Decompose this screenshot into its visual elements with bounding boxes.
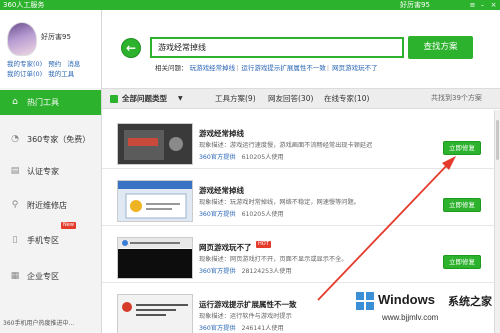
sidebar: 好厉害95 我的专家(0) 预约 消息 我的订单(0) 我的工具 ⌂ 热门工具 … xyxy=(0,10,102,333)
watermark-brand-cn: 系统之家 xyxy=(448,295,492,308)
result-meta: 360官方提供 28124253人使用 xyxy=(199,266,292,275)
result-title[interactable]: 运行游戏提示扩展属性不一致 xyxy=(199,299,297,310)
search-header: ← 游戏经常掉线 查找方案 相关问题： 玩游戏经常掉线| 运行游戏提示扩展属性不… xyxy=(102,10,500,88)
avatar[interactable] xyxy=(7,22,37,56)
sidebar-footnote: 360手机用户热度推进中... xyxy=(3,320,75,327)
user-count: 610205人使用 xyxy=(241,211,284,218)
certified-icon: ▤ xyxy=(10,166,20,176)
tab-all-types[interactable]: 全部问题类型 xyxy=(122,89,167,108)
my-tools-link[interactable]: 我的工具 xyxy=(48,70,74,78)
result-meta: 360官方提供 610205人使用 xyxy=(199,209,284,218)
find-solution-button[interactable]: 查找方案 xyxy=(408,36,473,59)
tab-netizen-answers[interactable]: 网友回答(30) xyxy=(268,89,313,108)
chevron-down-icon[interactable]: ▼ xyxy=(178,89,183,108)
provider-label: 360官方提供 xyxy=(199,325,236,332)
related-questions: 相关问题： 玩游戏经常掉线| 运行游戏提示扩展属性不一致| 网页游戏玩不了 xyxy=(155,64,378,72)
my-experts-link[interactable]: 我的专家(0) xyxy=(7,60,42,68)
user-count: 28124253人使用 xyxy=(241,268,292,275)
sidebar-item-label: 手机专区 xyxy=(27,236,59,245)
list-item[interactable]: 网页游戏玩不了 HOT 现象描述：网页游戏打不开，页面不显示或显示不全。 360… xyxy=(102,228,494,283)
user-count: 610205人使用 xyxy=(241,154,284,161)
provider-label: 360官方提供 xyxy=(199,211,236,218)
menu-icon[interactable]: ≡ xyxy=(468,1,477,9)
messages-link[interactable]: 消息 xyxy=(67,60,80,68)
list-item[interactable]: 游戏经常掉线 现象描述：游戏运行速度慢，游戏画面不流畅经常出现卡顿延迟 360官… xyxy=(102,114,494,169)
hot-badge: HOT xyxy=(256,241,271,248)
my-orders-link[interactable]: 我的订单(0) xyxy=(7,70,42,78)
related-link[interactable]: 网页游戏玩不了 xyxy=(332,64,378,72)
sidebar-item-label: 认证专家 xyxy=(27,167,59,176)
tab-tool-solutions[interactable]: 工具方案(9) xyxy=(215,89,256,108)
filter-tabs: 全部问题类型 ▼ 工具方案(9) 网友回答(30) 在线专家(10) 共找到39… xyxy=(102,88,500,109)
sidebar-item-mobile[interactable]: ▯ 手机专区 New xyxy=(0,222,101,253)
related-link[interactable]: 运行游戏提示扩展属性不一致 xyxy=(241,64,326,72)
new-badge: New xyxy=(61,222,76,229)
close-icon[interactable]: × xyxy=(489,1,498,9)
result-thumbnail xyxy=(117,294,193,333)
fix-now-button[interactable]: 立即修复 xyxy=(443,255,481,269)
watermark-brand: Windows xyxy=(378,292,435,307)
result-title[interactable]: 游戏经常掉线 xyxy=(199,185,244,196)
back-arrow-icon: ← xyxy=(125,41,137,55)
enterprise-icon: ▦ xyxy=(10,271,20,281)
fix-now-button[interactable]: 立即修复 xyxy=(443,198,481,212)
category-icon xyxy=(110,95,118,103)
result-title[interactable]: 网页游戏玩不了 xyxy=(199,242,252,253)
profile-links-row2: 我的订单(0) 我的工具 xyxy=(7,68,78,78)
sidebar-item-repair-store[interactable]: ⚲ 附近维修店 xyxy=(0,193,101,218)
result-meta: 360官方提供 246141人使用 xyxy=(199,323,284,332)
sidebar-item-label: 热门工具 xyxy=(27,98,59,107)
profile-username[interactable]: 好厉害95 xyxy=(41,32,71,42)
phone-icon: ▯ xyxy=(12,235,18,245)
store-icon: ⚲ xyxy=(11,200,19,210)
result-thumbnail xyxy=(117,180,193,222)
windows-logo-icon xyxy=(356,292,374,310)
list-item[interactable]: 游戏经常掉线 现象描述：玩游戏时常掉线，网络不稳定，网速慢等问题。 360官方提… xyxy=(102,171,494,226)
app-title: 360人工服务 xyxy=(3,1,45,9)
watermark-site: www.bjjmlv.com xyxy=(382,313,439,322)
result-description: 现象描述：运行软件与游戏时提示 xyxy=(199,313,292,320)
sidebar-item-label: 360专家（免费） xyxy=(27,135,91,144)
appointment-link[interactable]: 预约 xyxy=(48,60,61,68)
provider-label: 360官方提供 xyxy=(199,268,236,275)
home-icon: ⌂ xyxy=(12,97,18,107)
back-button[interactable]: ← xyxy=(121,38,141,58)
related-label: 相关问题： xyxy=(155,64,188,72)
scrollbar-thumb[interactable] xyxy=(496,120,499,160)
related-link[interactable]: 玩游戏经常掉线 xyxy=(190,64,236,72)
watermark: Windows 系统之家 www.bjjmlv.com xyxy=(356,286,496,330)
result-title[interactable]: 游戏经常掉线 xyxy=(199,128,244,139)
sidebar-item-enterprise[interactable]: ▦ 企业专区 xyxy=(0,264,101,289)
tab-online-experts[interactable]: 在线专家(10) xyxy=(324,89,369,108)
user-count: 246141人使用 xyxy=(241,325,284,332)
sidebar-item-hot-tools[interactable]: ⌂ 热门工具 xyxy=(0,90,101,115)
sidebar-item-label: 附近维修店 xyxy=(27,201,67,210)
sidebar-item-360-expert[interactable]: ◔ 360专家（免费） xyxy=(0,127,101,152)
fix-now-button[interactable]: 立即修复 xyxy=(443,141,481,155)
sidebar-item-certified-expert[interactable]: ▤ 认证专家 xyxy=(0,159,101,184)
profile-panel: 好厉害95 我的专家(0) 预约 消息 我的订单(0) 我的工具 xyxy=(0,10,101,88)
profile-links-row1: 我的专家(0) 预约 消息 xyxy=(7,58,84,68)
sidebar-item-label: 企业专区 xyxy=(27,272,59,281)
titlebar-username[interactable]: 好厉害95 xyxy=(400,0,430,10)
result-meta: 360官方提供 610205人使用 xyxy=(199,152,284,161)
result-thumbnail xyxy=(117,123,193,165)
title-bar: 360人工服务 好厉害95 ≡ – × xyxy=(0,0,500,10)
search-input[interactable]: 游戏经常掉线 xyxy=(150,37,404,58)
result-description: 现象描述：网页游戏打不开，页面不显示或显示不全。 xyxy=(199,256,348,263)
result-thumbnail xyxy=(117,237,193,279)
result-count: 共找到39个方案 xyxy=(431,94,482,102)
provider-label: 360官方提供 xyxy=(199,154,236,161)
minimize-icon[interactable]: – xyxy=(478,1,487,9)
expert-icon: ◔ xyxy=(11,134,19,144)
result-description: 现象描述：玩游戏时常掉线，网络不稳定，网速慢等问题。 xyxy=(199,199,360,206)
result-description: 现象描述：游戏运行速度慢，游戏画面不流畅经常出现卡顿延迟 xyxy=(199,142,373,149)
